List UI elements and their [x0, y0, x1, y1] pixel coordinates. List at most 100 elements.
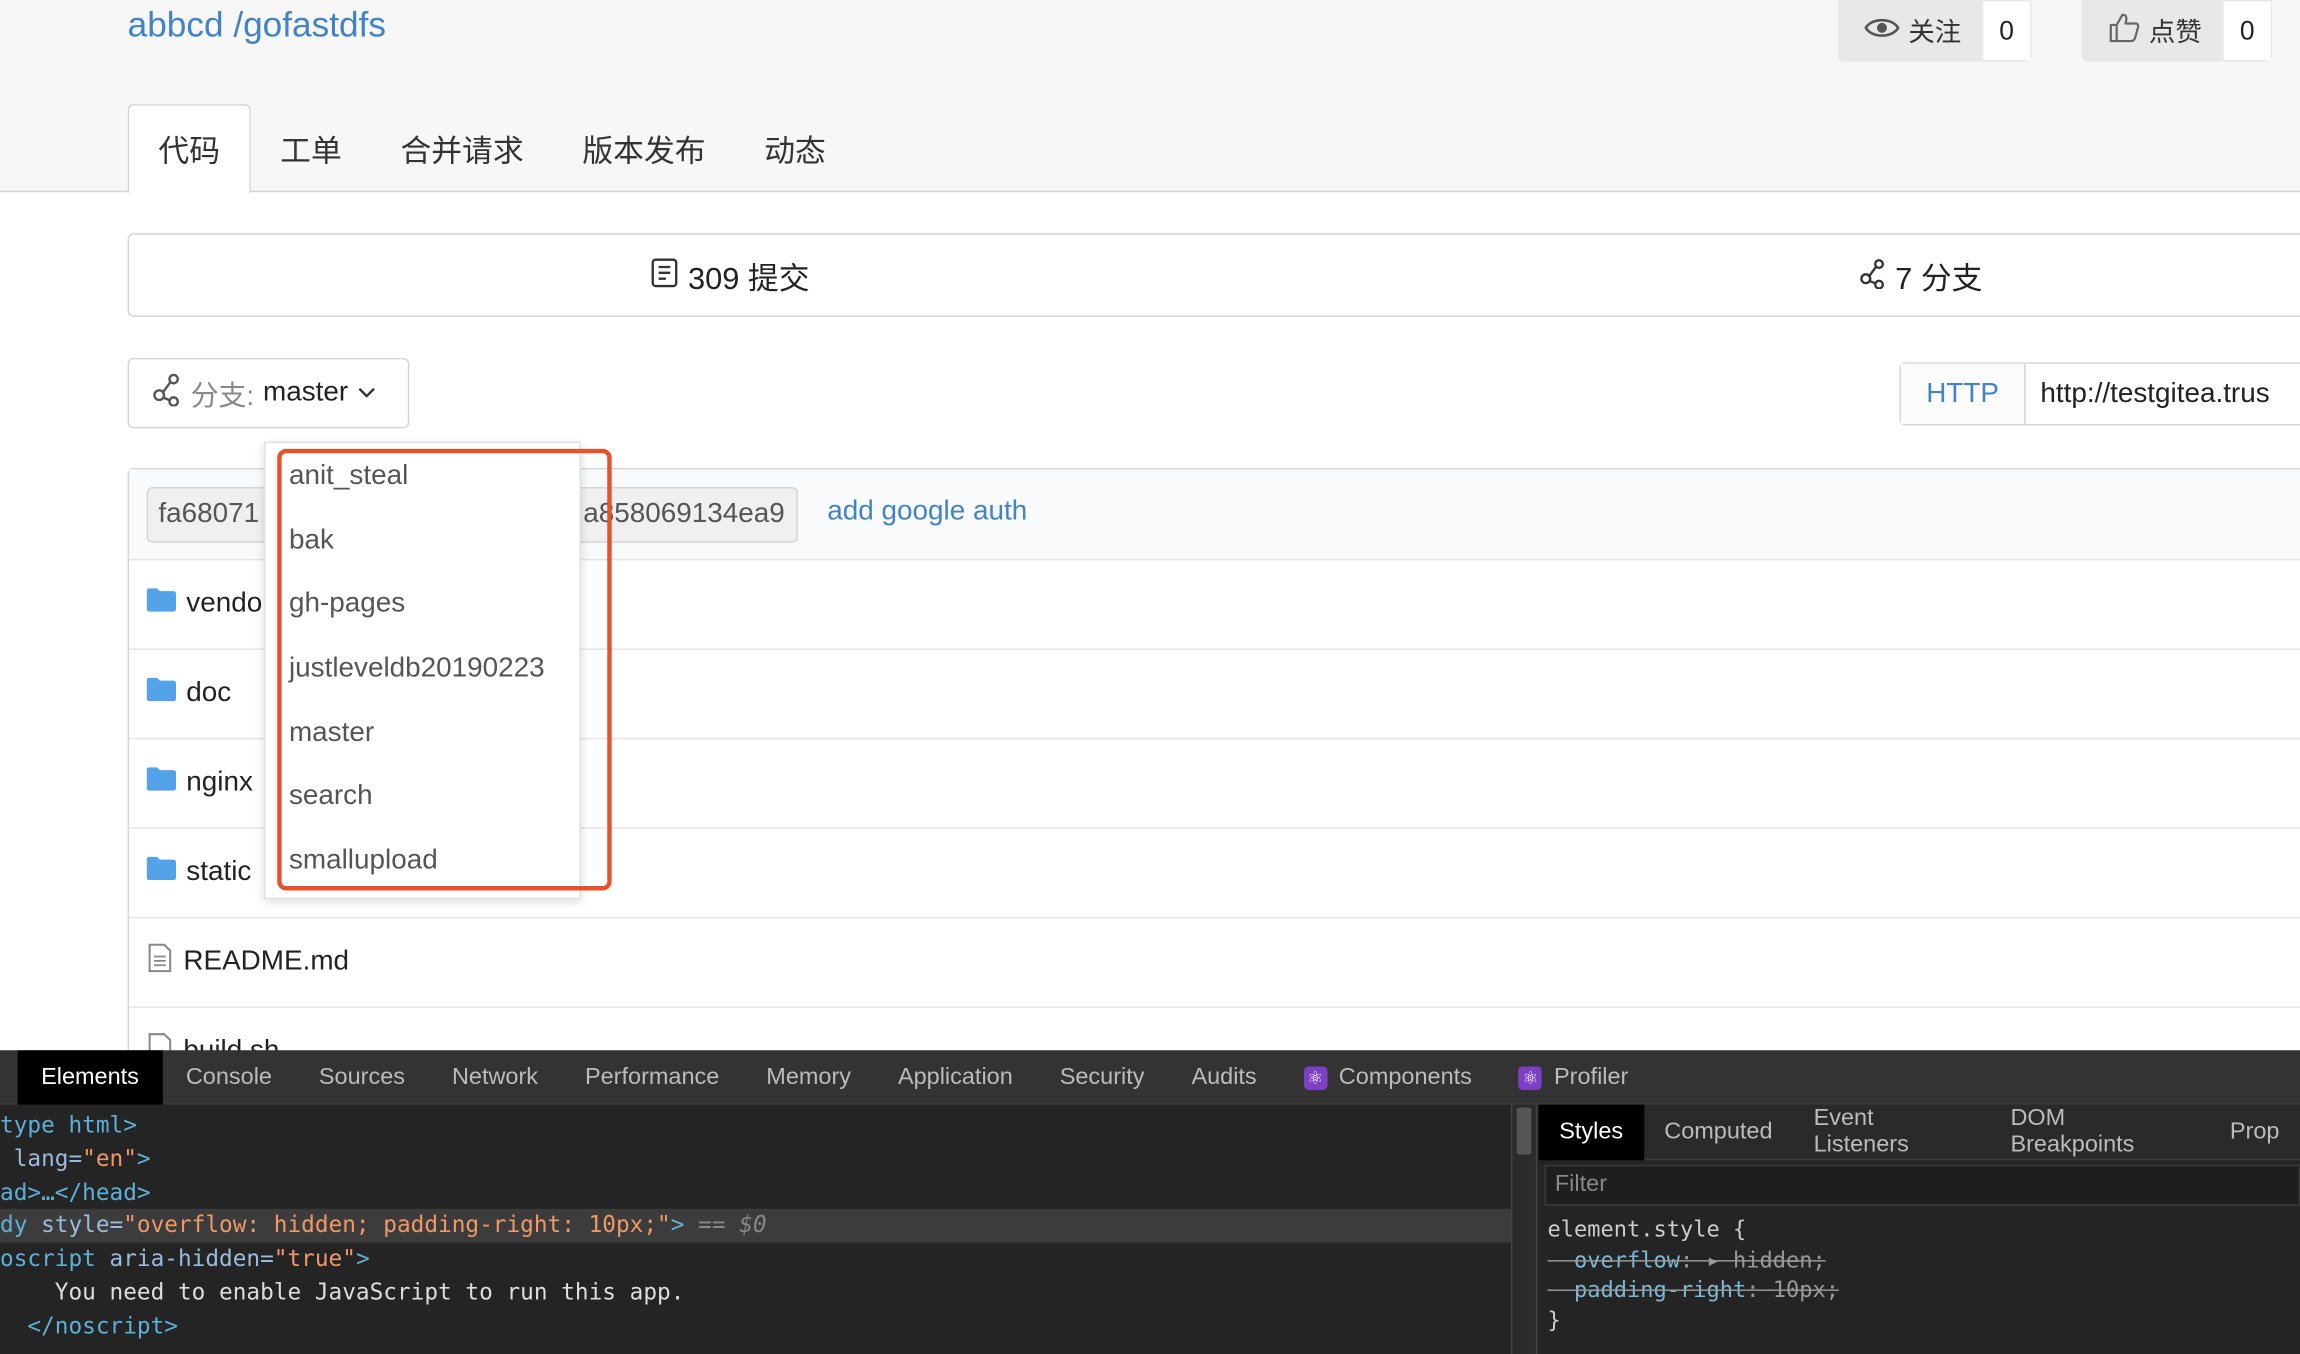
commit-sha-end: a858069134ea9 [583, 498, 785, 530]
react-icon: ⚛ [1518, 1065, 1543, 1090]
dom-line[interactable]: type html> [0, 1109, 1511, 1142]
repo-name[interactable]: gofastdfs [243, 6, 386, 46]
tab-security[interactable]: Security [1036, 1050, 1168, 1104]
clone-url-input[interactable]: http://testgitea.trus [2026, 364, 2269, 424]
style-property-value: : ▸ hidden; [1679, 1246, 1826, 1273]
style-selector[interactable]: element.style { [1548, 1215, 1839, 1245]
dom-tag: > [670, 1212, 685, 1239]
dom-tag: > [136, 1145, 151, 1172]
dom-tag: type html> [0, 1111, 137, 1139]
branch-selector-value: master [262, 377, 349, 408]
file-row[interactable]: README.md [129, 918, 2300, 1008]
tab-dom-breakpoints[interactable]: DOM Breakpoints [1990, 1105, 2209, 1161]
file-icon [147, 943, 173, 981]
tab-code[interactable]: 代码 [127, 104, 251, 194]
tab-activity[interactable]: 动态 [735, 104, 855, 193]
star-button-group: 点赞 0 [2081, 0, 2273, 62]
repo-separator: / [223, 5, 244, 46]
commits-label: 309 提交 [687, 261, 810, 296]
file-name[interactable]: doc [186, 678, 231, 710]
dom-tag: dy [0, 1212, 28, 1239]
react-icon: ⚛ [1303, 1065, 1328, 1090]
commit-icon [650, 256, 679, 297]
folder-icon [146, 856, 177, 889]
tab-console[interactable]: Console [162, 1050, 295, 1104]
dom-attr: lang= [0, 1145, 83, 1172]
dom-attr: aria-hidden= [95, 1245, 274, 1273]
dom-attr-value: "true" [273, 1245, 356, 1273]
panel-splitter[interactable] [1510, 1104, 1538, 1354]
dom-line[interactable]: lang="en"> [0, 1142, 1511, 1175]
dom-line[interactable]: ad>…</head> [0, 1176, 1511, 1209]
tab-properties[interactable]: Prop [2209, 1105, 2300, 1161]
eye-icon [1864, 15, 1900, 46]
file-name[interactable]: README.md [183, 946, 349, 978]
tab-event-listeners[interactable]: Event Listeners [1793, 1105, 1990, 1161]
tab-styles[interactable]: Styles [1538, 1104, 1644, 1161]
clone-url-bar: HTTP http://testgitea.trus [1899, 362, 2300, 426]
folder-icon [146, 767, 177, 799]
thumbs-up-icon [2108, 11, 2140, 51]
styles-pane: element.style { overflow: ▸ hidden; padd… [1548, 1215, 1839, 1335]
style-property[interactable]: padding-right: 10px; [1548, 1275, 1839, 1305]
devtools-dock-area [0, 1050, 18, 1104]
tab-elements[interactable]: Elements [17, 1050, 163, 1105]
style-property-name: padding-right [1574, 1276, 1747, 1303]
repo-page: abbcd /gofastdfs 关注 0 点赞 0 代码 工单 合并请求 版本… [0, 0, 2300, 1098]
tab-memory[interactable]: Memory [743, 1050, 875, 1104]
selected-ref: == $0 [684, 1212, 767, 1239]
style-property-value: : 10px; [1746, 1276, 1839, 1303]
tab-computed[interactable]: Computed [1644, 1105, 1793, 1161]
repo-owner[interactable]: abbcd [128, 6, 224, 46]
watch-count[interactable]: 0 [1981, 0, 2032, 62]
tab-profiler[interactable]: ⚛ Profiler [1495, 1050, 1651, 1104]
styles-filter-input[interactable]: Filter [1544, 1164, 2300, 1206]
dom-tree: type html> lang="en"> ad>…</head> dy sty… [0, 1109, 1511, 1343]
commits-stat[interactable]: 309 提交 [650, 235, 810, 319]
watch-label: 关注 [1908, 17, 1962, 47]
dom-tag: ad>…</head> [0, 1178, 151, 1206]
branches-label: 7 分支 [1895, 261, 1983, 296]
dom-text-node[interactable]: You need to enable JavaScript to run thi… [0, 1276, 1511, 1309]
star-button[interactable]: 点赞 [2081, 0, 2223, 62]
dom-tag: oscript [0, 1245, 96, 1273]
style-property[interactable]: overflow: ▸ hidden; [1548, 1245, 1839, 1275]
watch-button-group: 关注 0 [1837, 0, 2032, 62]
file-name[interactable]: nginx [186, 767, 253, 799]
star-label: 点赞 [2148, 17, 2202, 47]
dom-attr-value: "overflow: hidden; padding-right: 10px;" [123, 1212, 671, 1239]
splitter-handle[interactable] [1516, 1107, 1532, 1155]
chevron-down-icon [357, 377, 378, 409]
file-name[interactable]: vendo [186, 588, 262, 620]
screen: abbcd /gofastdfs 关注 0 点赞 0 代码 工单 合并请求 版本… [0, 0, 2300, 1354]
tab-performance[interactable]: Performance [562, 1050, 743, 1104]
dom-line[interactable]: </noscript> [0, 1310, 1511, 1343]
tab-application[interactable]: Application [874, 1050, 1036, 1104]
tab-issues[interactable]: 工单 [251, 104, 371, 193]
watch-button[interactable]: 关注 [1837, 0, 1982, 62]
style-property-name: overflow [1574, 1246, 1680, 1273]
tab-components[interactable]: ⚛ Components [1280, 1050, 1495, 1104]
dom-line-selected[interactable]: dy style="overflow: hidden; padding-righ… [0, 1209, 1511, 1243]
branch-icon [153, 371, 182, 415]
tab-network[interactable]: Network [428, 1050, 561, 1104]
repo-title[interactable]: abbcd /gofastdfs [128, 6, 386, 47]
dom-attr: style= [27, 1212, 124, 1239]
commit-message-link[interactable]: add google auth [827, 496, 1027, 528]
commit-sha-start: fa68071 [158, 498, 260, 530]
repo-stats-bar: 309 提交 7 分支 [127, 233, 2300, 319]
tab-profiler-label: Profiler [1554, 1064, 1629, 1090]
branches-stat[interactable]: 7 分支 [1860, 235, 1983, 319]
devtools-tab-bar: Elements Console Sources Network Perform… [0, 1050, 2300, 1105]
branch-selector-prefix: 分支: [190, 380, 255, 412]
tab-sources[interactable]: Sources [295, 1050, 428, 1104]
annotation-highlight-box [277, 448, 612, 891]
file-name[interactable]: static [186, 857, 251, 889]
dom-line[interactable]: oscript aria-hidden="true"> [0, 1243, 1511, 1276]
tab-releases[interactable]: 版本发布 [553, 104, 735, 193]
star-count[interactable]: 0 [2222, 0, 2273, 62]
tab-audits[interactable]: Audits [1168, 1050, 1280, 1104]
clone-protocol-button[interactable]: HTTP [1901, 363, 2026, 424]
branch-selector[interactable]: 分支: master [127, 357, 410, 429]
tab-pull-requests[interactable]: 合并请求 [371, 104, 553, 193]
